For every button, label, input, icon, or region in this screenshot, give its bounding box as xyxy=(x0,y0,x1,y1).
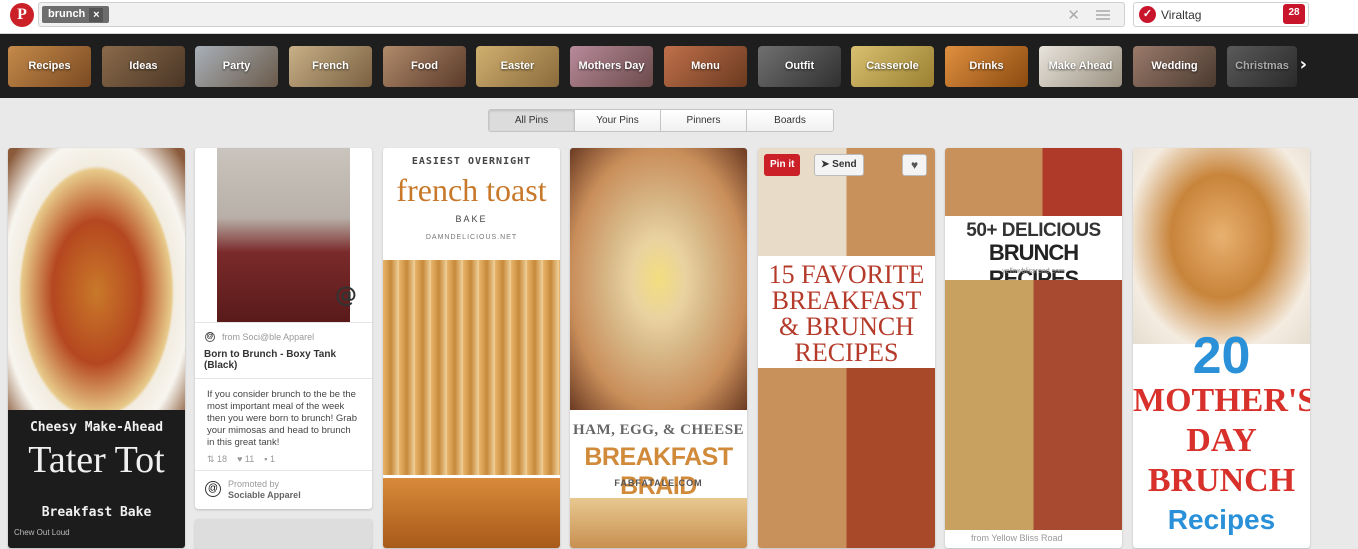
pin-text-line3: DAY xyxy=(1186,422,1257,459)
chevron-right-icon[interactable]: › xyxy=(1300,54,1307,75)
top-bar: P brunch × ✕ ✓ Viraltag 28 xyxy=(0,0,1358,34)
viraltag-icon: ✓ xyxy=(1139,6,1156,23)
category-food[interactable]: Food xyxy=(383,46,466,87)
promoter-avatar[interactable]: @ xyxy=(205,481,221,497)
pin-text-line4: BRUNCH xyxy=(1147,462,1296,499)
source-icon: @ xyxy=(205,332,215,342)
tab-your-pins[interactable]: Your Pins xyxy=(575,110,661,131)
at-logo-icon: @ xyxy=(335,283,357,308)
pin-15-favorite[interactable]: Pin it ➤ Send ♥ 15 FAVORITE BREAKFAST & … xyxy=(758,148,935,548)
pin-born-to-brunch[interactable]: @ @ from Soci@ble Apparel Born to Brunch… xyxy=(195,148,372,509)
pin-source[interactable]: from Soci@ble Apparel xyxy=(222,332,314,342)
pin-text-line1: 50+ DELICIOUS xyxy=(966,220,1101,241)
pin-text-line5: Recipes xyxy=(1167,504,1276,535)
pin-text-line1: 20 xyxy=(1192,327,1251,385)
pin-text-line2: french toast xyxy=(396,172,547,208)
category-make-ahead[interactable]: Make Ahead xyxy=(1039,46,1122,87)
bread-image xyxy=(570,498,747,548)
collage-bottom-image xyxy=(758,368,935,548)
search-token[interactable]: brunch × xyxy=(42,6,110,23)
like-heart-icon[interactable]: ♥ xyxy=(902,154,927,176)
category-recipes[interactable]: Recipes xyxy=(8,46,91,87)
category-french[interactable]: French xyxy=(289,46,372,87)
pin-site: DAMNDELICIOUS.NET xyxy=(425,234,518,241)
category-mothers-day[interactable]: Mothers Day xyxy=(570,46,653,87)
tab-boards[interactable]: Boards xyxy=(747,110,833,131)
tab-all-pins[interactable]: All Pins xyxy=(489,110,575,131)
search-token-label: brunch xyxy=(48,8,86,20)
category-easter[interactable]: Easter xyxy=(476,46,559,87)
braid-image xyxy=(570,148,747,410)
pin-french-toast[interactable]: EASIEST OVERNIGHT french toast BAKE DAMN… xyxy=(383,148,560,548)
category-ideas[interactable]: Ideas xyxy=(102,46,185,87)
pin-mothers-day[interactable]: 20 MOTHER'S DAY BRUNCH Recipes xyxy=(1133,148,1310,548)
pin-text-line2: MOTHER'S xyxy=(1133,382,1310,419)
pin-text-line3: BAKE xyxy=(455,214,488,224)
pin-tater-tot[interactable]: Cheesy Make-Ahead Tater Tot Breakfast Ba… xyxy=(8,148,185,548)
watermark: Chew Out Loud xyxy=(14,528,70,537)
pin-description: If you consider brunch to the be the mos… xyxy=(207,389,357,448)
pin-site: FABFATALE.COM xyxy=(614,478,703,488)
like-count: ♥ 11 xyxy=(237,454,255,464)
product-photo xyxy=(217,148,350,322)
repin-count: ⇅ 18 xyxy=(207,454,228,464)
pin-text-line1: Cheesy Make-Ahead xyxy=(29,420,164,435)
search-field[interactable]: brunch × ✕ xyxy=(38,2,1125,27)
pin-source[interactable]: from Yellow Bliss Road xyxy=(971,533,1063,543)
filter-tabs: All Pins Your Pins Pinners Boards xyxy=(488,109,834,132)
comment-count: ▪ 1 xyxy=(264,454,275,464)
category-menu[interactable]: Menu xyxy=(664,46,747,87)
pin-text-line4: RECIPES xyxy=(794,338,899,367)
tab-pinners[interactable]: Pinners xyxy=(661,110,747,131)
promoted-label: Promoted by xyxy=(228,479,280,489)
category-drinks[interactable]: Drinks xyxy=(945,46,1028,87)
promoter-name[interactable]: Sociable Apparel xyxy=(228,490,301,500)
category-party[interactable]: Party xyxy=(195,46,278,87)
collage-bottom-image xyxy=(945,280,1122,530)
pin-next[interactable] xyxy=(195,519,372,549)
pin-breakfast-braid[interactable]: HAM, EGG, & CHEESE BREAKFAST BRAID FABFA… xyxy=(570,148,747,548)
viraltag-button[interactable]: ✓ Viraltag 28 xyxy=(1133,2,1309,27)
category-bar: Recipes Ideas Party French Food Easter M… xyxy=(0,34,1358,98)
search-menu-icon[interactable] xyxy=(1096,10,1116,20)
send-icon: ➤ xyxy=(821,159,833,170)
remove-token-icon[interactable]: × xyxy=(89,7,104,22)
pin-stats: ⇅ 18 ♥ 11 ▪ 1 xyxy=(207,454,275,465)
toast-bake-image xyxy=(383,260,560,475)
clear-search-icon[interactable]: ✕ xyxy=(1067,6,1080,24)
collage-top-image xyxy=(945,148,1122,216)
pin-title[interactable]: Born to Brunch - Boxy Tank (Black) xyxy=(204,349,364,371)
viraltag-label: Viraltag xyxy=(1161,8,1202,22)
pin-text-line1: EASIEST OVERNIGHT xyxy=(411,156,532,167)
pin-text-line1: HAM, EGG, & CHEESE xyxy=(572,422,745,438)
pin-text-line2: Tater Tot xyxy=(28,439,165,481)
notification-badge[interactable]: 28 xyxy=(1283,4,1305,24)
category-christmas[interactable]: Christmas xyxy=(1227,46,1297,87)
pin-site: yellowblissroad.com xyxy=(1002,268,1065,275)
category-wedding[interactable]: Wedding xyxy=(1133,46,1216,87)
pin-text-line3: Breakfast Bake xyxy=(41,505,152,520)
send-button[interactable]: ➤ Send xyxy=(814,154,864,176)
pin-it-button[interactable]: Pin it xyxy=(764,154,801,176)
french-toast-bites-image xyxy=(1133,148,1310,344)
pin-text-line2: BREAKFAST BRAID xyxy=(584,443,733,500)
category-outfit[interactable]: Outfit xyxy=(758,46,841,87)
casserole-image xyxy=(8,148,185,410)
category-casserole[interactable]: Casserole xyxy=(851,46,934,87)
pinterest-logo-icon[interactable]: P xyxy=(10,3,34,27)
pin-50-delicious[interactable]: 50+ DELICIOUS BRUNCH RECIPES yellowbliss… xyxy=(945,148,1122,548)
